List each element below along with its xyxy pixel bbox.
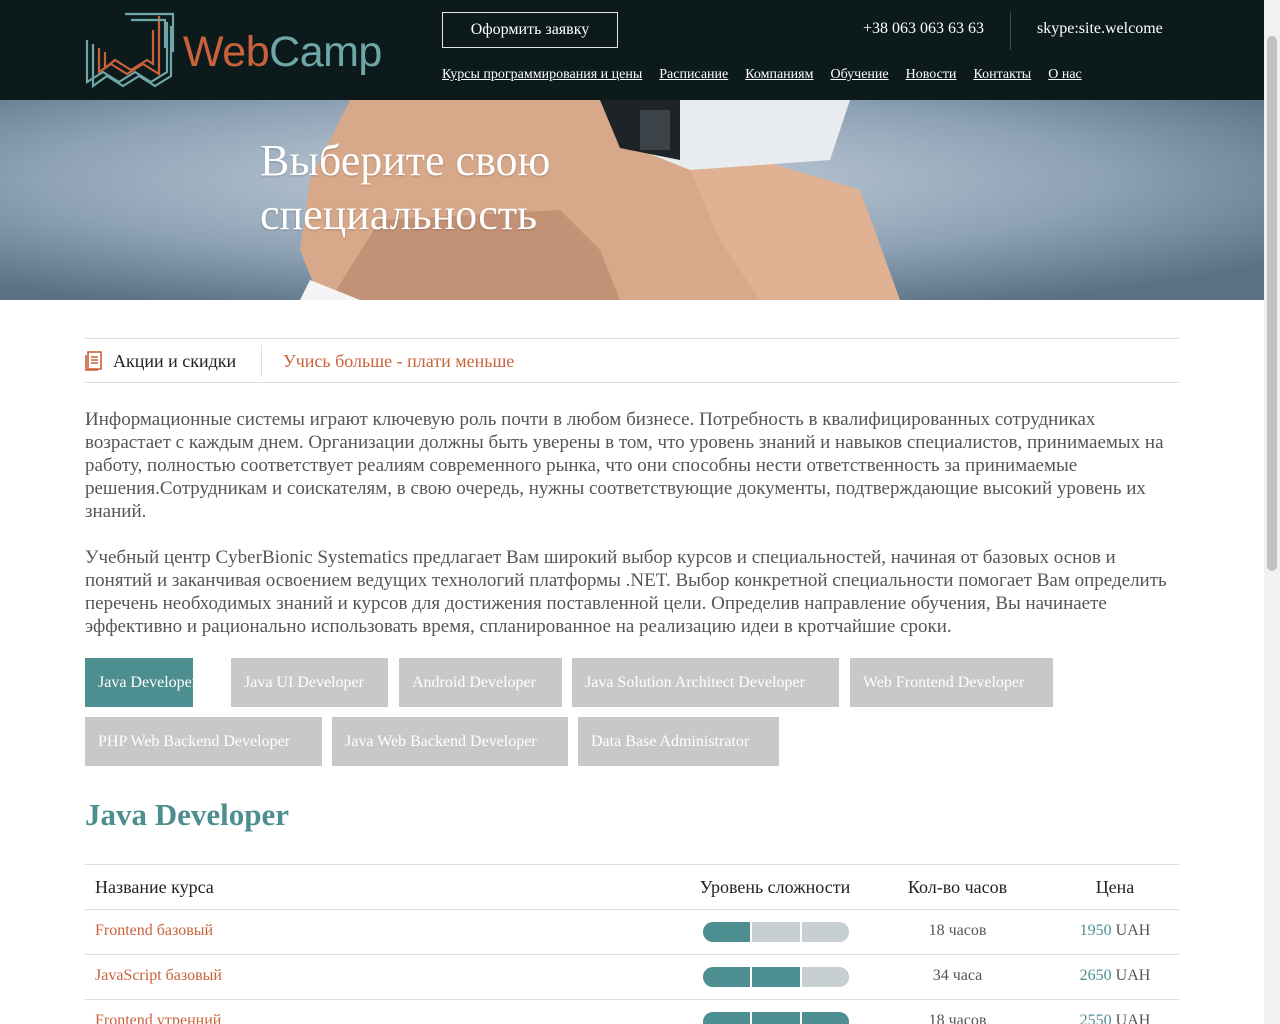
nav-item-news[interactable]: Новости xyxy=(906,67,957,83)
specialty-button-java-ui-developer[interactable]: Java UI Developer xyxy=(231,658,388,707)
price-currency: UAH xyxy=(1115,967,1151,984)
hero-banner: Выберите свою специальность xyxy=(0,100,1264,300)
page-scrollbar[interactable] xyxy=(1264,0,1280,1024)
nav-item-schedule[interactable]: Расписание xyxy=(659,67,728,83)
nav-item-contacts[interactable]: Контакты xyxy=(973,67,1031,83)
difficulty-segment xyxy=(801,967,849,987)
nav-item-courses[interactable]: Курсы программирования и цены xyxy=(442,67,642,83)
specialty-button-java-developer[interactable]: Java Developer xyxy=(85,658,197,707)
price-currency: UAH xyxy=(1115,922,1151,939)
nav-item-about[interactable]: О нас xyxy=(1048,67,1082,83)
nav-item-training[interactable]: Обучение xyxy=(830,67,888,83)
apply-button[interactable]: Оформить заявку xyxy=(442,12,618,48)
header-divider xyxy=(1010,12,1011,50)
difficulty-segment xyxy=(801,922,849,942)
hero-title: Выберите свою специальность xyxy=(260,134,550,242)
hero-title-line1: Выберите свою xyxy=(260,136,551,185)
column-header-name: Название курса xyxy=(95,877,214,897)
difficulty-segment xyxy=(801,1012,849,1024)
hero-image-man-with-binoculars xyxy=(0,100,1264,300)
price-amount: 1950 xyxy=(1079,922,1112,939)
hero-title-line2: специальность xyxy=(260,190,538,239)
price-amount: 2550 xyxy=(1079,1012,1112,1024)
promo-strip: Акции и скидки Учись больше - плати мень… xyxy=(85,338,1179,383)
scrollbar-thumb[interactable] xyxy=(1267,36,1277,571)
intro-paragraph-1: Информационные системы играют ключевую р… xyxy=(85,409,1164,522)
phone-number: +38 063 063 63 63 xyxy=(863,20,985,37)
difficulty-segment xyxy=(752,1012,802,1024)
course-price: 2650 UAH xyxy=(1045,967,1185,985)
table-row: Frontend утренний 18 часов 2550 UAH xyxy=(85,999,1179,1024)
course-link[interactable]: Frontend базовый xyxy=(95,922,213,940)
logo-text-camp: Camp xyxy=(269,28,382,76)
main-nav: Курсы программирования и цены Расписание… xyxy=(442,67,1082,83)
difficulty-segment xyxy=(752,922,802,942)
promo-divider xyxy=(261,345,262,377)
section-title: Java Developer xyxy=(85,797,290,832)
specialty-button-database-administrator[interactable]: Data Base Administrator xyxy=(578,717,779,766)
document-icon xyxy=(85,351,102,371)
specialty-button-web-frontend-developer[interactable]: Web Frontend Developer xyxy=(850,658,1053,707)
price-amount: 2650 xyxy=(1079,967,1112,984)
specialty-button-php-web-backend[interactable]: PHP Web Backend Developer xyxy=(85,717,322,766)
difficulty-bar xyxy=(703,967,849,987)
difficulty-segment xyxy=(703,1012,753,1024)
difficulty-bar xyxy=(703,922,849,942)
difficulty-segment xyxy=(752,967,802,987)
skype-contact: skype:site.welcome xyxy=(1037,20,1163,37)
course-hours: 18 часов xyxy=(928,922,987,939)
column-header-price: Цена xyxy=(1095,877,1135,897)
course-link[interactable]: JavaScript базовый xyxy=(95,967,222,985)
nav-item-companies[interactable]: Компаниям xyxy=(745,67,813,83)
difficulty-bar xyxy=(703,1012,849,1024)
column-header-level: Уровень сложности xyxy=(699,877,851,897)
specialty-button-java-web-backend[interactable]: Java Web Backend Developer xyxy=(332,717,568,766)
difficulty-segment xyxy=(703,967,753,987)
course-price: 1950 UAH xyxy=(1045,922,1185,940)
course-link[interactable]: Frontend утренний xyxy=(95,1012,221,1024)
specialty-button-java-solution-architect[interactable]: Java Solution Architect Developer xyxy=(572,658,839,707)
intro-paragraph-2: Учебный центр CyberBionic Systematics пр… xyxy=(85,547,1167,637)
site-header: WebCamp Оформить заявку +38 063 063 63 6… xyxy=(0,0,1264,100)
price-currency: UAH xyxy=(1115,1012,1151,1024)
difficulty-segment xyxy=(703,922,753,942)
table-row: JavaScript базовый 34 часа 2650 UAH xyxy=(85,954,1179,999)
specialty-button-android-developer[interactable]: Android Developer xyxy=(399,658,562,707)
table-row: Frontend базовый 18 часов 1950 UAH xyxy=(85,909,1179,954)
course-hours: 34 часа xyxy=(932,967,983,984)
promo-link[interactable]: Учись больше - плати меньше xyxy=(283,351,514,372)
table-header-row: Название курса Уровень сложности Кол-во … xyxy=(85,864,1179,909)
column-header-hours: Кол-во часов xyxy=(907,877,1008,897)
logo-wordmark[interactable]: WebCamp xyxy=(183,28,382,77)
course-price: 2550 UAH xyxy=(1045,1012,1185,1024)
course-hours: 18 часов xyxy=(928,1012,987,1024)
logo-text-web: Web xyxy=(183,28,270,76)
promo-label: Акции и скидки xyxy=(113,351,237,371)
